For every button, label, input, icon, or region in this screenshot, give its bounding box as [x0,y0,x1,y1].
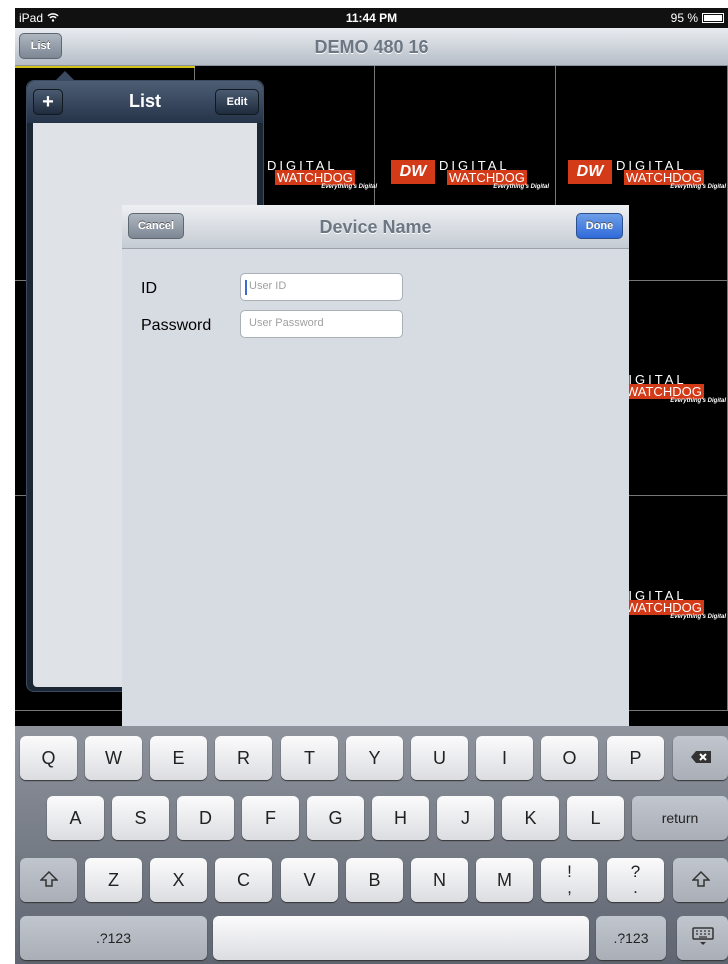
key-k[interactable]: K [502,796,559,840]
edit-button[interactable]: Edit [215,89,259,115]
key-e[interactable]: E [150,736,207,780]
logo-tagline: Everything's Digital [670,398,726,404]
key-bottom-char: , [567,878,572,897]
key-q[interactable]: Q [20,736,77,780]
dw-brand-mark: DW [391,160,435,184]
keyboard-hide-icon [691,926,715,950]
popover-header: + List Edit [27,81,263,123]
logo-tagline: Everything's Digital [321,184,377,190]
battery-icon [702,13,724,23]
backspace-icon [690,750,712,767]
logo-line2: WATCHDOG [624,384,704,399]
key-c[interactable]: C [215,858,272,902]
status-bar: iPad 11:44 PM 95 % [15,8,728,28]
page-title: DEMO 480 16 [314,37,429,57]
key-n[interactable]: N [411,858,468,902]
key-z[interactable]: Z [85,858,142,902]
device-name-dialog: Cancel Device Name Done ID User ID Passw… [122,205,629,726]
key-x[interactable]: X [150,858,207,902]
space-bar[interactable] [213,916,589,960]
key-o[interactable]: O [541,736,598,780]
user-id-placeholder: User ID [249,280,287,292]
key-d[interactable]: D [177,796,234,840]
hide-keyboard-key[interactable] [677,916,728,960]
battery-percent: 95 % [670,11,698,25]
key-f[interactable]: F [242,796,299,840]
ipad-screen: iPad 11:44 PM 95 % List DEMO 480 16 DW D… [15,8,728,964]
key-g[interactable]: G [307,796,364,840]
key-l[interactable]: L [567,796,624,840]
key-i[interactable]: I [476,736,533,780]
key-v[interactable]: V [281,858,338,902]
key-w[interactable]: W [85,736,142,780]
key-r[interactable]: R [215,736,272,780]
key-p[interactable]: P [607,736,664,780]
key-bottom-char: . [633,878,638,897]
numbers-key-left[interactable]: .?123 [20,916,207,960]
backspace-key[interactable] [673,736,728,780]
watchdog-logo: DW DIGITAL WATCHDOG Everything's Digital [568,158,728,192]
logo-tagline: Everything's Digital [493,184,549,190]
id-label: ID [141,280,157,297]
logo-tagline: Everything's Digital [670,184,726,190]
done-button[interactable]: Done [576,213,623,239]
watchdog-logo: DW DIGITAL WATCHDOG Everything's Digital [391,158,551,192]
dialog-header: Cancel Device Name Done [122,205,629,249]
shift-icon [38,870,59,890]
logo-tagline: Everything's Digital [670,614,726,620]
logo-line2: WATCHDOG [624,170,704,185]
key-t[interactable]: T [281,736,338,780]
on-screen-keyboard: Q W E R T Y U I O P A S D F G H J K L re… [15,726,728,964]
password-placeholder: User Password [249,317,324,329]
navigation-bar: List DEMO 480 16 [15,28,728,66]
key-b[interactable]: B [346,858,403,902]
key-j[interactable]: J [437,796,494,840]
key-exclamation-comma[interactable]: ! , [541,858,598,902]
return-key[interactable]: return [632,796,728,840]
text-cursor [245,280,247,295]
key-s[interactable]: S [112,796,169,840]
dw-brand-mark: DW [568,160,612,184]
shift-key-right[interactable] [673,858,728,902]
key-u[interactable]: U [411,736,468,780]
key-y[interactable]: Y [346,736,403,780]
popover-arrow [55,71,75,81]
logo-line2: WATCHDOG [624,600,704,615]
numbers-key-right[interactable]: .?123 [596,916,666,960]
status-time: 11:44 PM [345,11,398,25]
dialog-title: Device Name [319,217,432,237]
password-label: Password [141,317,212,334]
key-question-period[interactable]: ? . [607,858,664,902]
key-a[interactable]: A [47,796,104,840]
logo-line2: WATCHDOG [447,170,527,185]
shift-icon [690,870,711,890]
key-m[interactable]: M [476,858,533,902]
user-id-field[interactable]: User ID [240,273,403,301]
shift-key-left[interactable] [20,858,77,902]
password-field[interactable]: User Password [240,310,403,338]
key-h[interactable]: H [372,796,429,840]
logo-line2: WATCHDOG [275,170,355,185]
